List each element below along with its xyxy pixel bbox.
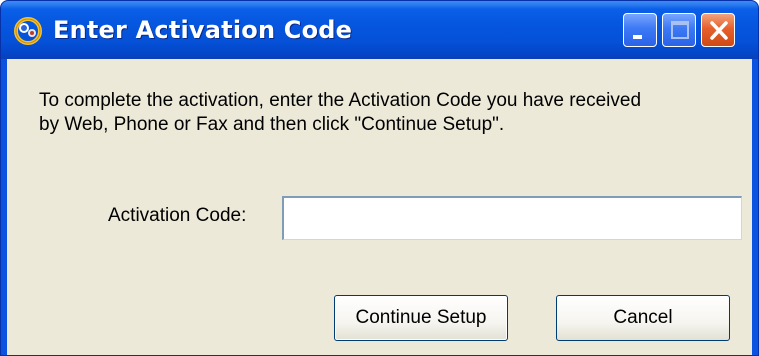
- cancel-button[interactable]: Cancel: [556, 295, 730, 341]
- title-bar[interactable]: Enter Activation Code: [1, 1, 758, 59]
- dialog-body: To complete the activation, enter the Ac…: [7, 59, 752, 355]
- window-title: Enter Activation Code: [53, 16, 353, 44]
- maximize-icon: [671, 21, 689, 39]
- minimize-icon: [633, 35, 642, 39]
- continue-setup-button[interactable]: Continue Setup: [334, 295, 508, 341]
- instruction-text: To complete the activation, enter the Ac…: [39, 90, 642, 135]
- activation-dialog-window: Enter Activation Code To complete the ac…: [0, 0, 759, 356]
- activation-app-icon: [14, 17, 42, 45]
- close-button[interactable]: [701, 13, 735, 47]
- minimize-button[interactable]: [623, 13, 657, 47]
- maximize-button[interactable]: [662, 13, 696, 47]
- activation-code-input[interactable]: [282, 196, 742, 240]
- activation-code-label: Activation Code:: [108, 205, 247, 226]
- close-icon: [710, 21, 728, 40]
